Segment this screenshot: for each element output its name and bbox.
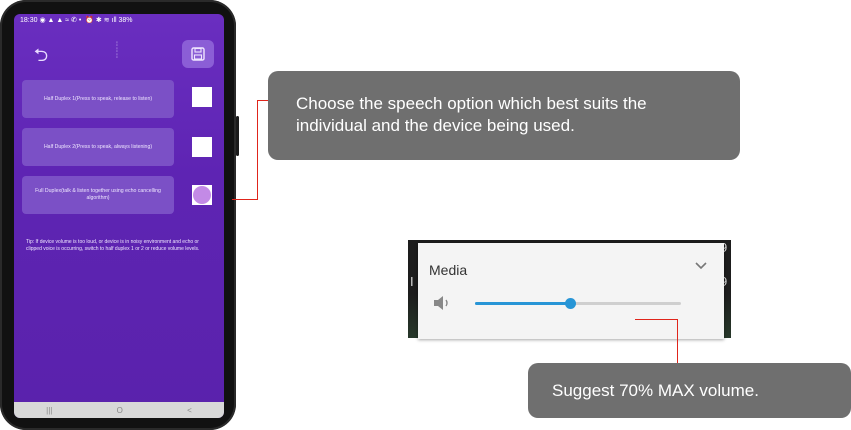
volume-slider-thumb[interactable] [565,298,576,309]
volume-slider[interactable] [475,298,681,309]
save-icon [191,47,205,61]
app-bar: ⮌ ⁞ ⁞ ⁞ [14,36,224,76]
undo-icon: ⮌ [33,45,49,65]
half-duplex-2-checkbox[interactable] [192,137,212,157]
back-nav-button[interactable]: < [187,406,192,415]
recent-apps-button[interactable]: ||| [46,406,52,415]
option-half-duplex-1[interactable]: Half Duplex 1(Press to speak, release to… [22,80,174,118]
option-full-duplex[interactable]: Full Duplex(talk & listen together using… [22,176,174,214]
phone-screen: 18:30 ◉ ▲ ▲ ≈ ✆ • ⏰ ✱ ≋ ıll 38% ⮌ ⁞ ⁞ ⁞ Ha… [14,14,224,418]
connector-line [677,319,678,364]
full-duplex-checkbox[interactable] [192,185,212,205]
battery-level: 38% [118,17,133,24]
half-duplex-1-checkbox[interactable] [192,87,212,107]
power-button [236,116,239,156]
media-volume-panel: Media [418,243,724,339]
status-bar: 18:30 ◉ ▲ ▲ ≈ ✆ • ⏰ ✱ ≋ ıll 38% [14,14,224,28]
volume-slider-fill [475,302,570,305]
option-label: Half Duplex 2(Press to speak, always lis… [43,143,153,150]
option-half-duplex-2[interactable]: Half Duplex 2(Press to speak, always lis… [22,128,174,166]
speaker-icon[interactable] [432,294,454,312]
app-logo: ⁞ ⁞ ⁞ [116,42,118,60]
status-time: 18:30 [20,17,38,24]
background-text: I [410,274,414,289]
navigation-bar: ||| O < [14,402,224,418]
media-title: Media [429,262,468,278]
selected-indicator [193,186,211,204]
option-label: Full Duplex(talk & listen together using… [35,188,161,201]
connector-line [232,199,258,200]
connector-line [257,100,258,200]
chevron-down-icon[interactable] [694,261,708,271]
speech-option-callout: Choose the speech option which best suit… [268,71,740,160]
volume-callout: Suggest 70% MAX volume. [528,363,851,418]
save-button[interactable] [182,40,214,68]
option-label: Half Duplex 1(Press to speak, release to… [43,95,153,102]
home-button[interactable]: O [117,406,123,415]
tip-text: Tip: If device volume is too loud, or de… [26,239,200,252]
phone-frame: 18:30 ◉ ▲ ▲ ≈ ✆ • ⏰ ✱ ≋ ıll 38% ⮌ ⁞ ⁞ ⁞ Ha… [0,0,239,430]
status-icons: ◉ ▲ ▲ ≈ ✆ • ⏰ ✱ ≋ ıll [39,17,119,24]
back-button[interactable]: ⮌ [28,42,54,68]
connector-line [635,319,678,320]
